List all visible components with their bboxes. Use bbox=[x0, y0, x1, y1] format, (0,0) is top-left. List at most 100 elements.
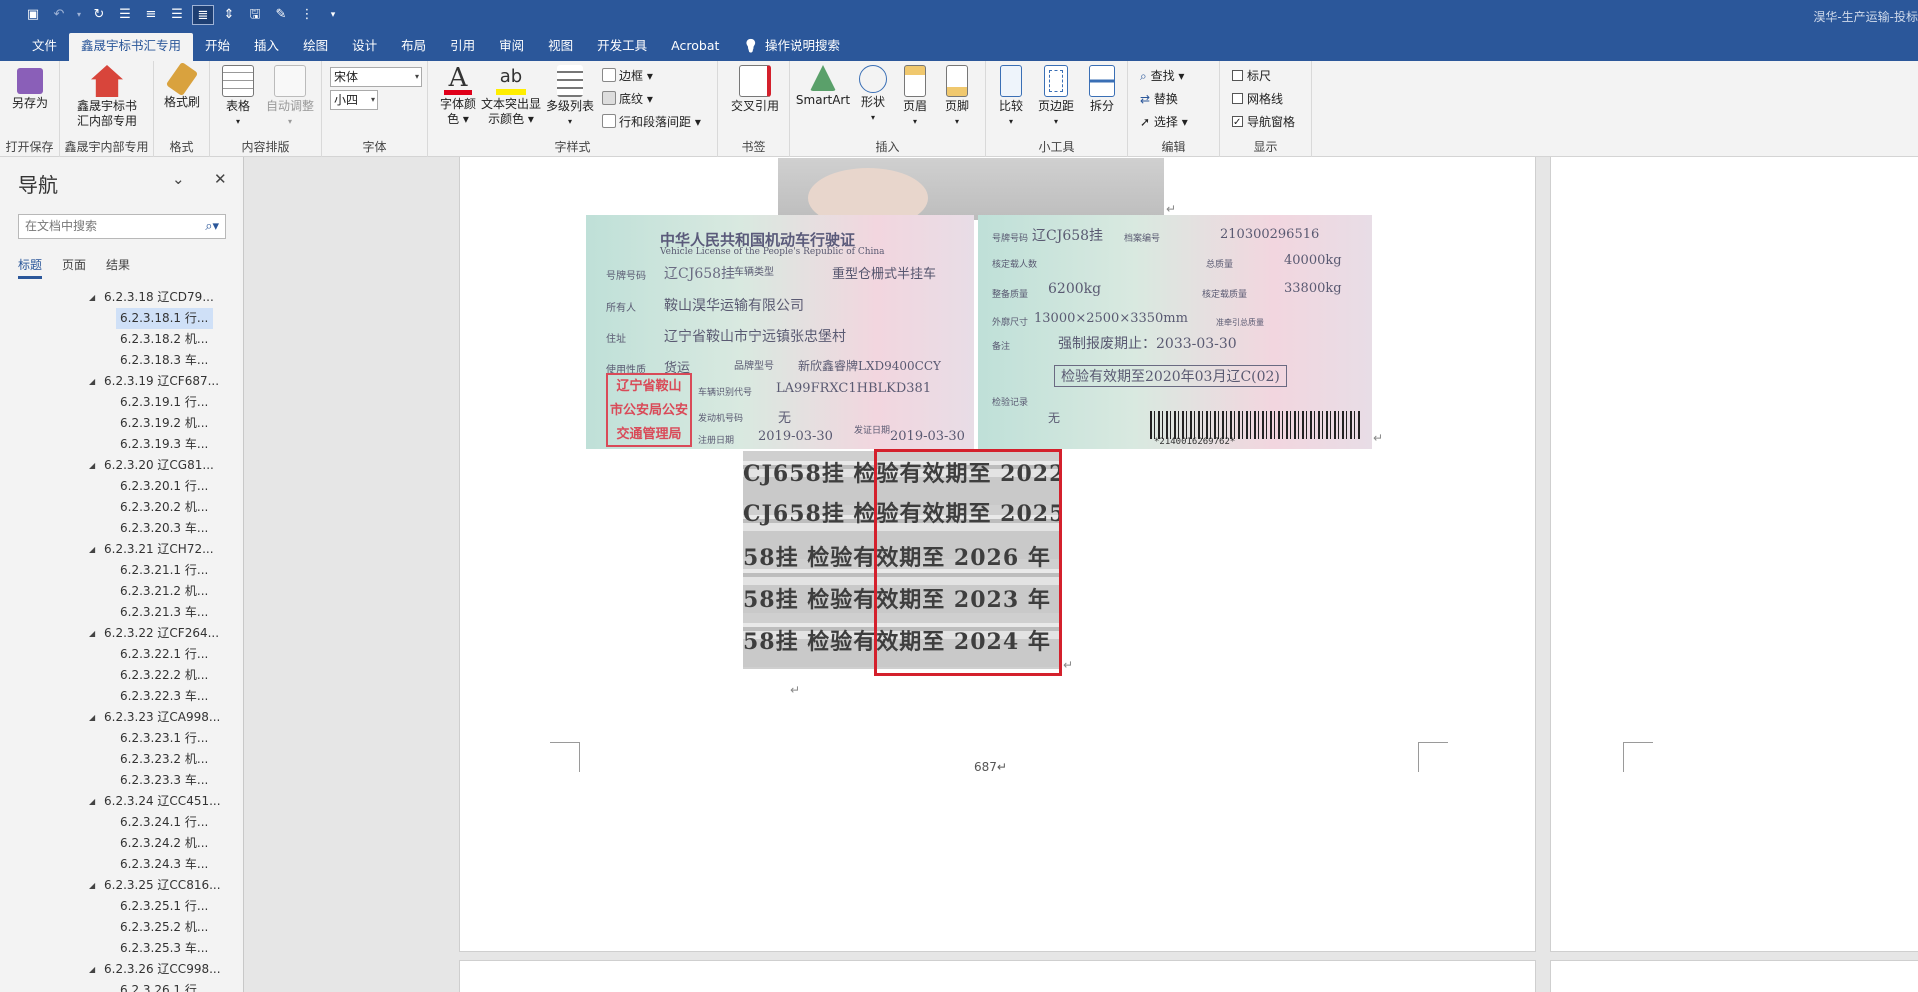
highlight-rectangle[interactable] bbox=[874, 449, 1062, 676]
nav-heading-item[interactable]: ◢ 6.2.3.19 辽CF687... bbox=[0, 371, 243, 392]
navpane-checkbox[interactable]: 导航窗格 bbox=[1232, 113, 1295, 132]
nav-heading-item[interactable]: 6.2.3.24.1 行... bbox=[0, 812, 243, 833]
tab-5[interactable]: 设计 bbox=[340, 33, 389, 61]
auto-adjust-button[interactable]: 自动调整 ▾ bbox=[262, 65, 318, 129]
nav-heading-item[interactable]: ◢ 6.2.3.26 辽CC998... bbox=[0, 959, 243, 980]
nav-heading-item[interactable]: 6.2.3.23.2 机... bbox=[0, 749, 243, 770]
border-button[interactable]: 边框 ▾ bbox=[602, 67, 653, 85]
nav-heading-item[interactable]: 6.2.3.25.1 行... bbox=[0, 896, 243, 917]
font-size-select[interactable]: 小四 ▾ bbox=[330, 90, 378, 110]
justify-icon[interactable]: ≣ bbox=[192, 5, 214, 25]
nav-heading-item[interactable]: 6.2.3.22.3 车... bbox=[0, 686, 243, 707]
collapse-triangle-icon[interactable]: ◢ bbox=[89, 623, 95, 644]
nav-heading-item[interactable]: 6.2.3.25.3 车... bbox=[0, 938, 243, 959]
nav-heading-item[interactable]: ◢ 6.2.3.24 辽CC451... bbox=[0, 791, 243, 812]
tab-9[interactable]: 视图 bbox=[536, 33, 585, 61]
nav-heading-item[interactable]: 6.2.3.24.3 车... bbox=[0, 854, 243, 875]
nav-heading-item[interactable]: 6.2.3.24.2 机... bbox=[0, 833, 243, 854]
nav-heading-item[interactable]: 6.2.3.22.1 行... bbox=[0, 644, 243, 665]
tab-10[interactable]: 开发工具 bbox=[585, 33, 659, 61]
align-right-icon[interactable]: ☰ bbox=[166, 5, 188, 25]
tab-3[interactable]: 插入 bbox=[242, 33, 291, 61]
tab-8[interactable]: 审阅 bbox=[487, 33, 536, 61]
nav-heading-item[interactable]: ◢ 6.2.3.22 辽CF264... bbox=[0, 623, 243, 644]
tab-12[interactable]: 💡 操作说明搜索 bbox=[731, 33, 852, 61]
save-as-button[interactable]: 另存为 bbox=[6, 65, 54, 111]
nav-heading-item[interactable]: 6.2.3.23.3 车... bbox=[0, 770, 243, 791]
collapse-triangle-icon[interactable]: ◢ bbox=[89, 455, 95, 476]
collapse-triangle-icon[interactable]: ◢ bbox=[89, 371, 95, 392]
save-icon[interactable]: ▣ bbox=[22, 5, 44, 25]
nav-heading-item[interactable]: 6.2.3.22.2 机... bbox=[0, 665, 243, 686]
shading-button[interactable]: 底纹 ▾ bbox=[602, 90, 653, 108]
margins-button[interactable]: 页边距 ▾ bbox=[1034, 65, 1078, 129]
nav-heading-item[interactable]: 6.2.3.21.3 车... bbox=[0, 602, 243, 623]
nav-heading-item[interactable]: ◢ 6.2.3.20 辽CG81... bbox=[0, 455, 243, 476]
nav-heading-item[interactable]: 6.2.3.20.2 机... bbox=[0, 497, 243, 518]
nav-heading-item[interactable]: 6.2.3.19.2 机... bbox=[0, 413, 243, 434]
tab-1[interactable]: 鑫晟宇标书汇专用 bbox=[69, 33, 194, 61]
collapse-triangle-icon[interactable]: ◢ bbox=[89, 539, 95, 560]
ruler-checkbox[interactable]: 标尺 bbox=[1232, 67, 1271, 85]
nav-heading-item[interactable]: 6.2.3.21.1 行... bbox=[0, 560, 243, 581]
font-name-select[interactable]: 宋体 ▾ bbox=[330, 67, 422, 87]
tab-6[interactable]: 布局 bbox=[389, 33, 438, 61]
find-button[interactable]: ⌕ 查找 ▾ bbox=[1140, 67, 1184, 85]
table-button[interactable]: 表格 ▾ bbox=[218, 65, 258, 129]
line-spacing-icon[interactable]: ⇕ bbox=[218, 5, 240, 25]
nav-heading-item[interactable]: 6.2.3.18.1 行... bbox=[116, 308, 213, 329]
shapes-button[interactable]: 形状 ▾ bbox=[854, 65, 892, 125]
nav-heading-item[interactable]: 6.2.3.19.3 车... bbox=[0, 434, 243, 455]
multilevel-icon[interactable]: ⋮ bbox=[296, 5, 318, 25]
cross-reference-button[interactable]: 交叉引用 bbox=[726, 65, 784, 114]
internal-button[interactable]: 鑫晟宇标书 汇内部专用 bbox=[66, 65, 148, 129]
tab-7[interactable]: 引用 bbox=[438, 33, 487, 61]
nav-heading-item[interactable]: 6.2.3.18.3 车... bbox=[0, 350, 243, 371]
nav-heading-item[interactable]: ◢ 6.2.3.25 辽CC816... bbox=[0, 875, 243, 896]
smartart-button[interactable]: SmartArt bbox=[794, 65, 852, 108]
close-icon[interactable]: ✕ bbox=[214, 170, 227, 188]
replace-button[interactable]: ⇄ 替换 bbox=[1140, 90, 1178, 108]
nav-heading-item[interactable]: 6.2.3.19.1 行... bbox=[0, 392, 243, 413]
nav-heading-item[interactable]: ◢ 6.2.3.23 辽CA998... bbox=[0, 707, 243, 728]
nav-heading-item[interactable]: 6.2.3.20.1 行... bbox=[0, 476, 243, 497]
customize-icon[interactable]: ▾ bbox=[322, 5, 344, 25]
collapse-triangle-icon[interactable]: ◢ bbox=[89, 875, 95, 896]
select-button[interactable]: ➚ 选择 ▾ bbox=[1140, 113, 1188, 131]
font-color-button[interactable]: A 字体颜 色 ▾ bbox=[438, 65, 478, 127]
gridlines-checkbox[interactable]: 网格线 bbox=[1232, 90, 1283, 108]
collapse-triangle-icon[interactable]: ◢ bbox=[89, 959, 95, 980]
search-icon[interactable]: ⌕▾ bbox=[205, 215, 219, 238]
nav-heading-item[interactable]: ◢ 6.2.3.21 辽CH72... bbox=[0, 539, 243, 560]
collapse-triangle-icon[interactable]: ◢ bbox=[89, 707, 95, 728]
nav-heading-item[interactable]: 6.2.3.20.3 车... bbox=[0, 518, 243, 539]
header-button[interactable]: 页眉 ▾ bbox=[896, 65, 934, 129]
nav-heading-item[interactable]: ◢ 6.2.3.18 辽CD79... bbox=[0, 287, 243, 308]
nav-heading-item[interactable]: 6.2.3.26.1 行... bbox=[0, 980, 243, 992]
collapse-triangle-icon[interactable]: ◢ bbox=[89, 791, 95, 812]
align-left-icon[interactable]: ☰ bbox=[114, 5, 136, 25]
split-button[interactable]: 拆分 bbox=[1082, 65, 1122, 114]
collapse-triangle-icon[interactable]: ◢ bbox=[89, 287, 95, 308]
tab-4[interactable]: 绘图 bbox=[291, 33, 340, 61]
format-painter-button[interactable]: 格式刷 bbox=[160, 61, 204, 110]
align-center-icon[interactable]: ≡ bbox=[140, 5, 162, 25]
chevron-down-icon[interactable]: ⌄ bbox=[172, 170, 185, 188]
nav-tab-1[interactable]: 页面 bbox=[62, 256, 86, 279]
highlight-button[interactable]: ab 文本突出显 示颜色 ▾ bbox=[480, 65, 542, 127]
tab-0[interactable]: 文件 bbox=[20, 33, 69, 61]
nav-heading-item[interactable]: 6.2.3.18.2 机... bbox=[0, 329, 243, 350]
nav-heading-item[interactable]: 6.2.3.25.2 机... bbox=[0, 917, 243, 938]
compare-button[interactable]: 比较 ▾ bbox=[992, 65, 1030, 129]
multilevel-list-button[interactable]: 多级列表 ▾ bbox=[544, 65, 596, 129]
tab-11[interactable]: Acrobat bbox=[659, 33, 731, 61]
footer-button[interactable]: 页脚 ▾ bbox=[938, 65, 976, 129]
format-painter-icon[interactable]: ✎ bbox=[270, 5, 292, 25]
nav-search-input[interactable]: 在文档中搜索 ⌕▾ bbox=[18, 214, 226, 239]
redo-icon[interactable]: ↻ bbox=[88, 5, 110, 25]
undo-icon[interactable]: ↶ bbox=[48, 5, 70, 25]
nav-tab-2[interactable]: 结果 bbox=[106, 256, 130, 279]
nav-heading-item[interactable]: 6.2.3.23.1 行... bbox=[0, 728, 243, 749]
save-as-icon[interactable]: 🖫 bbox=[244, 5, 266, 25]
nav-tab-0[interactable]: 标题 bbox=[18, 256, 43, 279]
